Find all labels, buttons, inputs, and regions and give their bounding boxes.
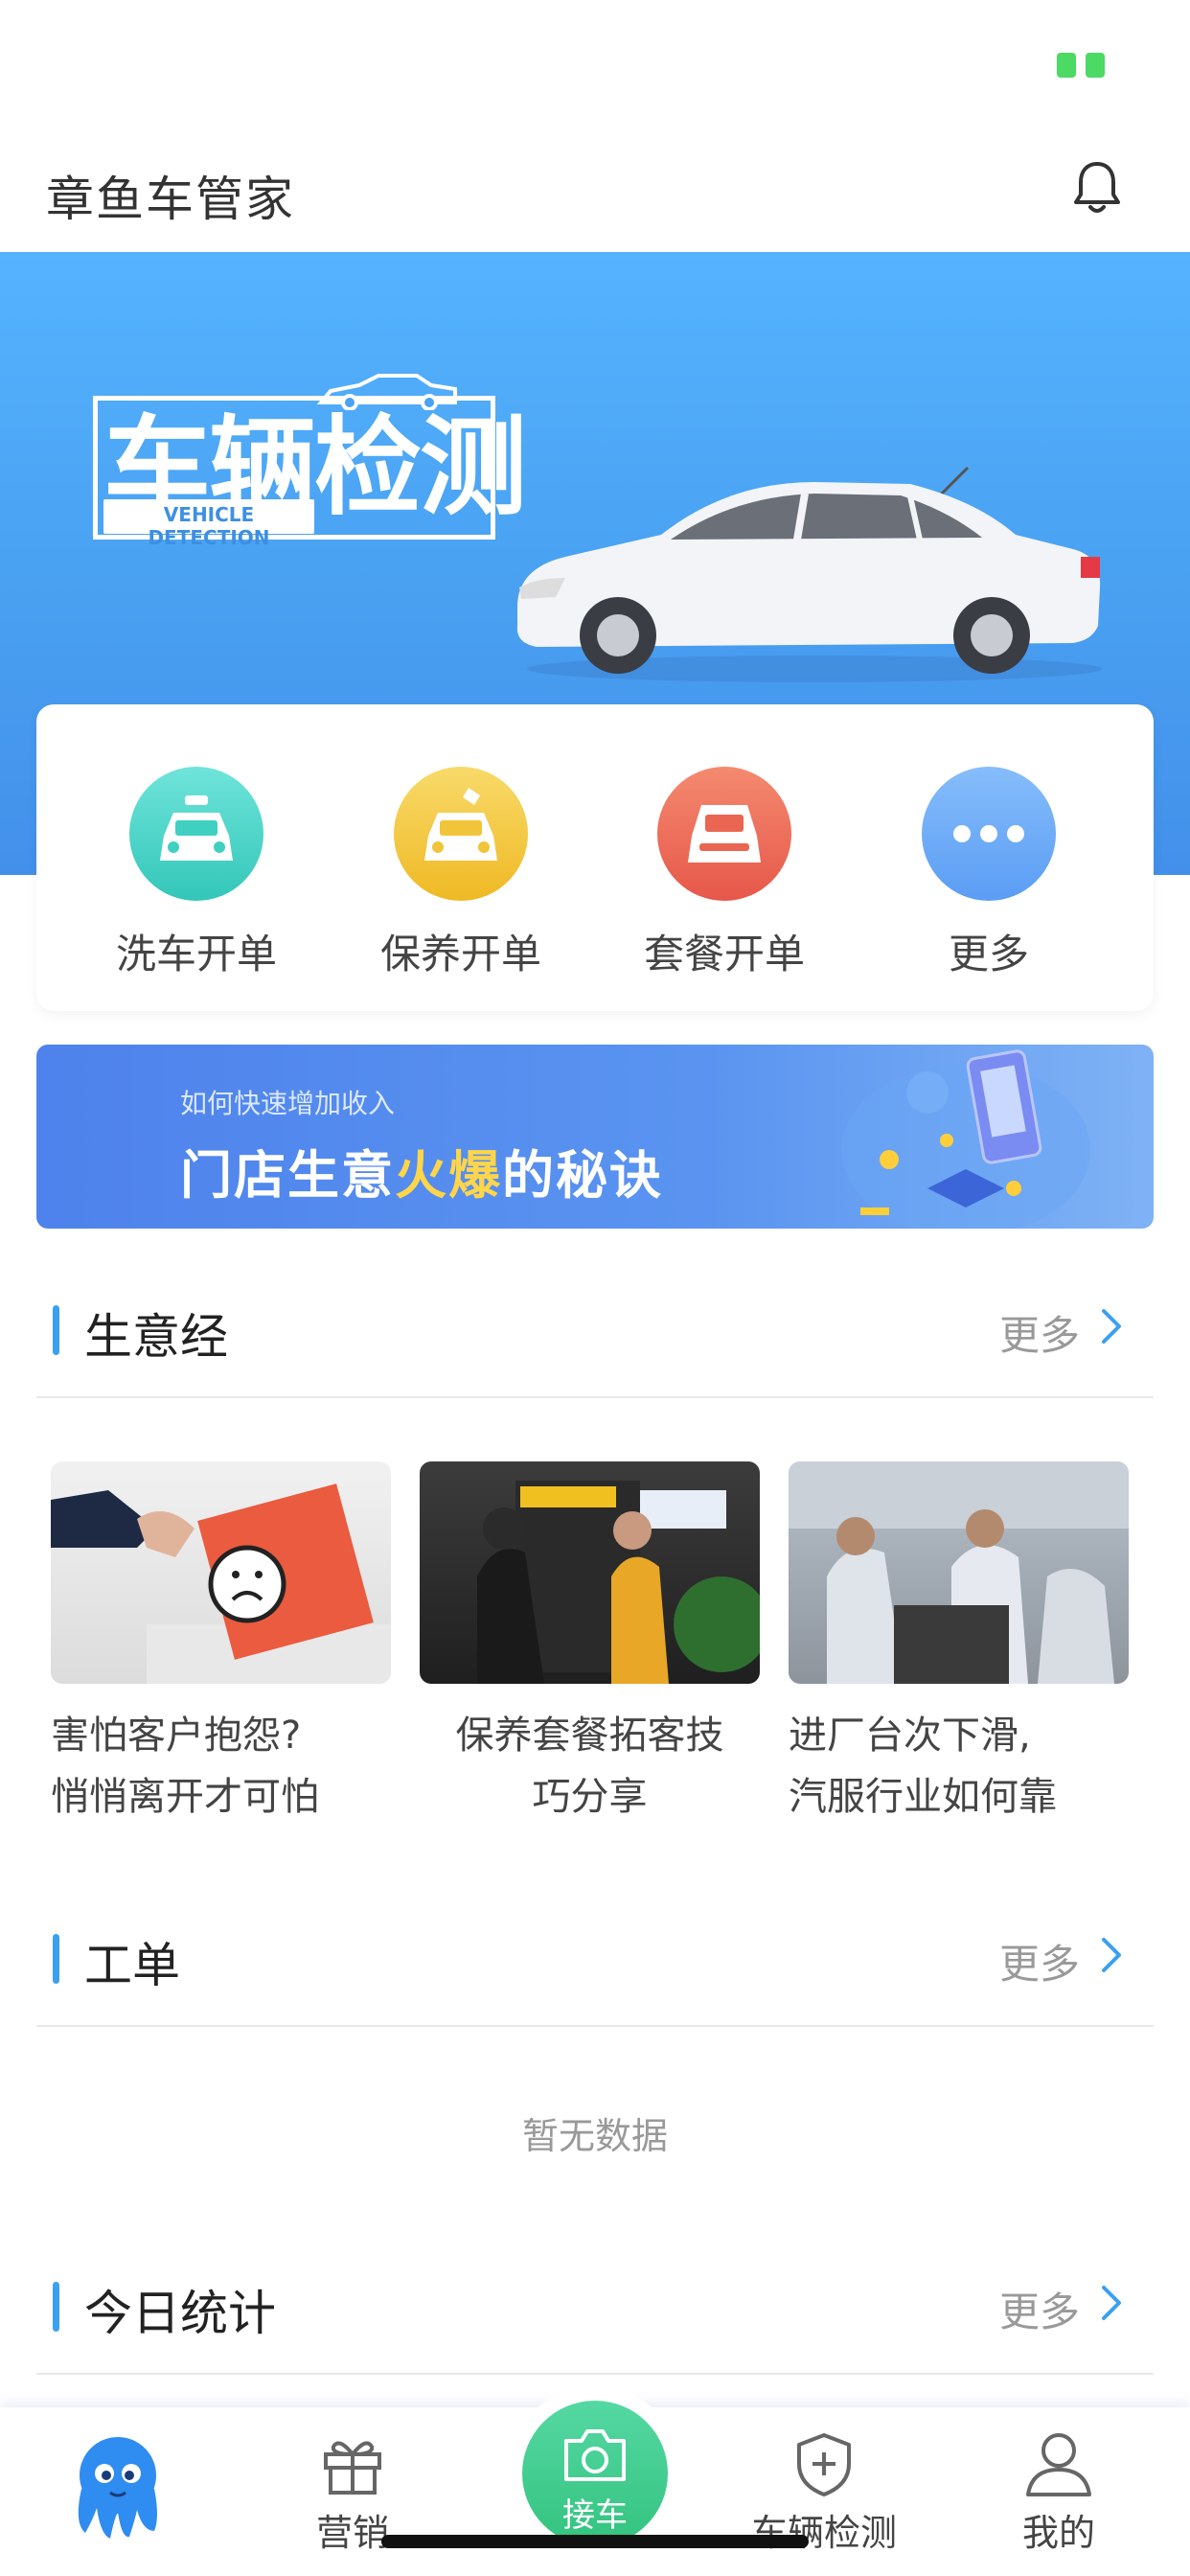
gift-icon (324, 2441, 381, 2495)
pickup-button[interactable]: 接车 (522, 2401, 668, 2546)
chevron-right-icon[interactable] (1100, 1936, 1123, 1974)
pickup-label: 接车 (562, 2496, 628, 2535)
promo-phone-illustration (841, 1049, 1090, 1229)
quick-action-maintenance[interactable]: 保养开单 (375, 767, 547, 980)
quick-action-label: 套餐开单 (643, 931, 805, 978)
section-title-orders: 工单 (84, 1938, 180, 1993)
divider (36, 2025, 1154, 2027)
section-more-today[interactable]: 更多 (999, 2280, 1080, 2338)
octopus-icon (78, 2437, 157, 2539)
chevron-right-icon[interactable] (1100, 2284, 1123, 2322)
section-accent-bar (53, 1305, 59, 1355)
app-title: 章鱼车管家 (46, 172, 295, 227)
hero-subtitle: VEHICLE DETECTION (148, 503, 270, 549)
article-title-line2: 巧分享 (532, 1775, 648, 1819)
article-card[interactable]: 进厂台次下滑, 汽服行业如何靠 (789, 1461, 1129, 1828)
article-title-line1: 保养套餐拓客技 (455, 1714, 724, 1758)
mini-car-outline-icon (316, 374, 457, 410)
camera-icon (564, 2429, 626, 2481)
article-title-line2: 汽服行业如何靠 (789, 1775, 1057, 1819)
section-accent-bar (53, 2282, 59, 2332)
user-icon (1026, 2433, 1091, 2496)
promo-headline: 门店生意火爆的秘诀 (180, 1133, 663, 1208)
promo-banner[interactable]: 如何快速增加收入 门店生意火爆的秘诀 (36, 1045, 1154, 1229)
section-accent-bar (53, 1934, 59, 1984)
more-dots-icon (922, 767, 1056, 901)
article-card[interactable]: 害怕客户抱怨? 悄悄离开才可怕 (51, 1461, 391, 1828)
car-illustration (516, 466, 1102, 682)
quick-action-label: 更多 (948, 931, 1029, 978)
divider (36, 1396, 1154, 1398)
section-title-today: 今日统计 (84, 2286, 276, 2341)
promo-headline-highlight: 火爆 (395, 1145, 502, 1206)
car-package-icon (657, 767, 791, 901)
quick-action-car-wash[interactable]: 洗车开单 (110, 767, 283, 980)
article-title-line2: 悄悄离开才可怕 (51, 1775, 319, 1819)
chevron-right-icon[interactable] (1100, 1307, 1123, 1346)
quick-action-package[interactable]: 套餐开单 (638, 767, 811, 980)
article-title-line1: 进厂台次下滑, (789, 1714, 1031, 1758)
article-image (51, 1461, 391, 1684)
shield-plus-icon (797, 2433, 851, 2496)
promo-headline-part2: 的秘诀 (502, 1145, 663, 1206)
article-title-line1: 害怕客户抱怨? (51, 1714, 302, 1758)
article-image (420, 1461, 760, 1684)
quick-action-label: 保养开单 (379, 931, 541, 978)
promo-small-text: 如何快速增加收入 (180, 1088, 396, 1119)
battery-icon (1057, 53, 1110, 78)
article-card[interactable]: 保养套餐拓客技 巧分享 (420, 1461, 760, 1828)
empty-state-text: 暂无数据 (521, 2115, 668, 2157)
home-indicator (381, 2535, 809, 2548)
quick-action-label: 洗车开单 (115, 931, 277, 978)
car-maintenance-icon (394, 767, 528, 901)
quick-action-more[interactable]: 更多 (903, 767, 1075, 980)
divider (36, 2373, 1154, 2375)
article-image (789, 1461, 1129, 1684)
section-more-orders[interactable]: 更多 (999, 1932, 1080, 1990)
car-wash-icon (129, 767, 263, 901)
tab-label: 我的 (1021, 2512, 1095, 2554)
hero-subtitle-plate: VEHICLE DETECTION (103, 499, 314, 549)
bell-icon[interactable] (1068, 158, 1126, 218)
promo-headline-part1: 门店生意 (180, 1145, 395, 1206)
section-more-business[interactable]: 更多 (999, 1303, 1080, 1362)
quick-actions-card: 洗车开单 保养开单 套餐开单 更多 (36, 704, 1154, 1011)
section-title-business: 生意经 (84, 1309, 228, 1365)
